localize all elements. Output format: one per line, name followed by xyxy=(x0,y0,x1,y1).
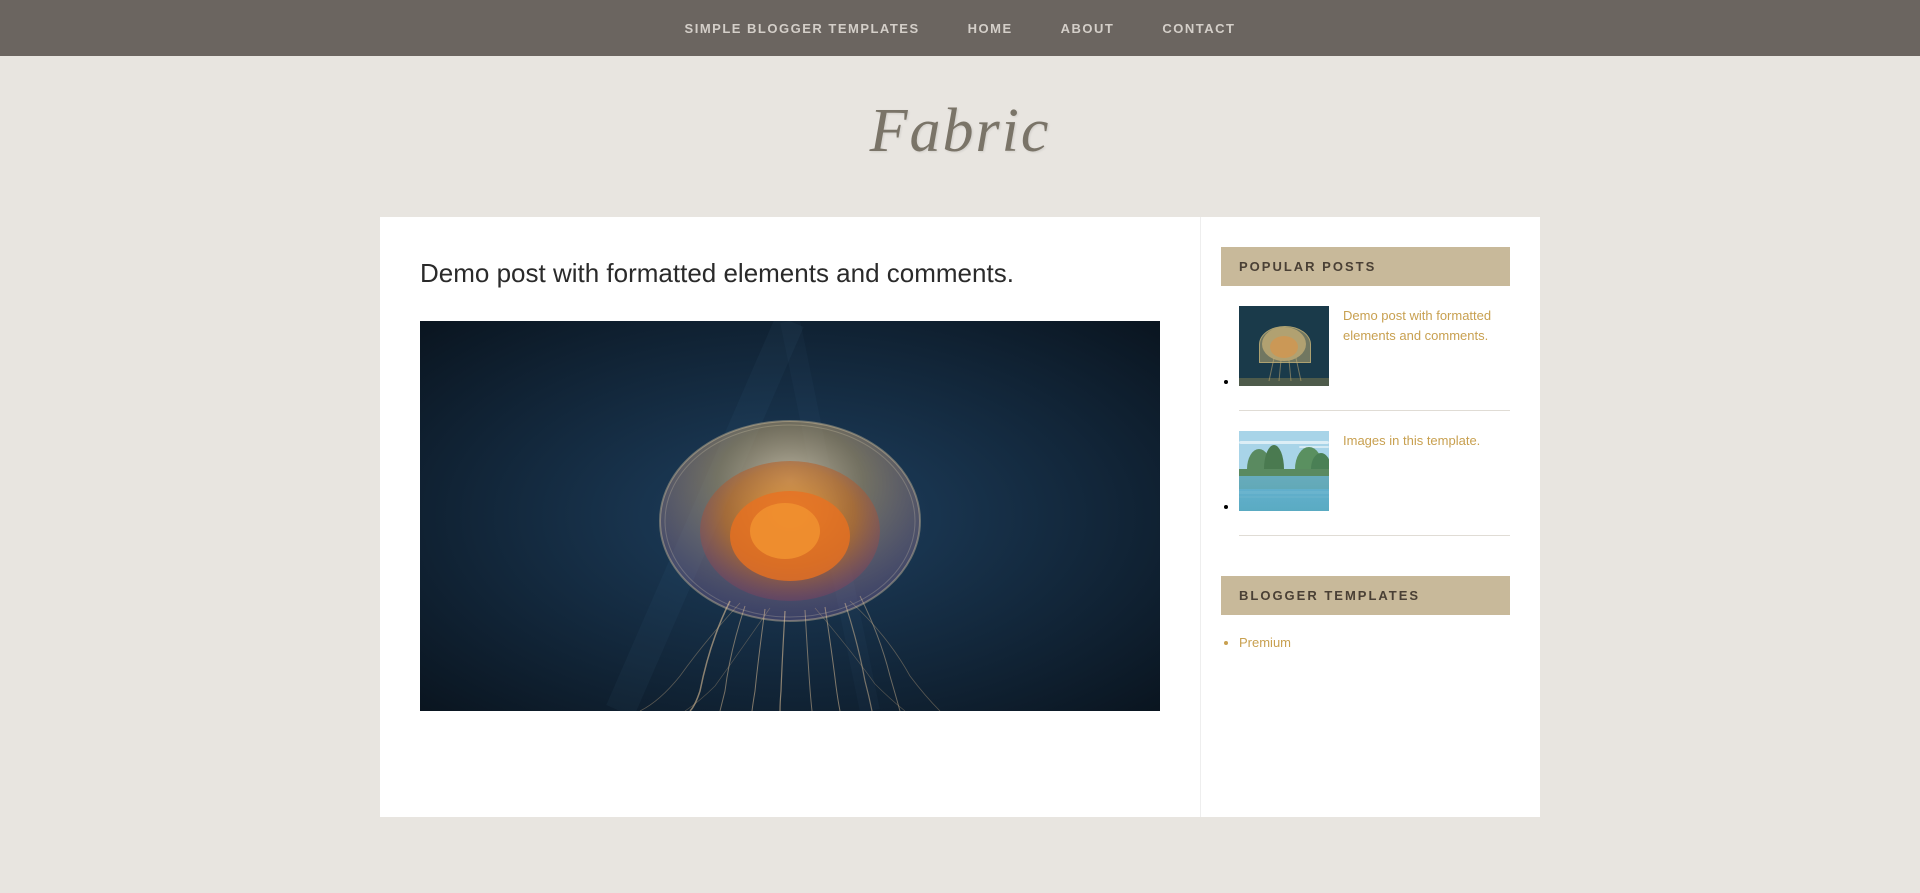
nav-brand[interactable]: SIMPLE BLOGGER TEMPLATES xyxy=(685,21,920,36)
thumb-jellyfish-image xyxy=(1239,306,1329,386)
popular-posts-widget: POPULAR POSTS xyxy=(1221,247,1510,536)
blogger-templates-title: BLOGGER TEMPLATES xyxy=(1221,576,1510,615)
popular-posts-title: POPULAR POSTS xyxy=(1221,247,1510,286)
popular-post-item-2: Images in this template. xyxy=(1239,431,1510,511)
popular-posts-list: Demo post with formatted elements and co… xyxy=(1221,306,1510,536)
thumb-jellyfish-svg xyxy=(1239,306,1329,386)
nav-about[interactable]: ABOUT xyxy=(1061,21,1115,36)
popular-post-link-1[interactable]: Demo post with formatted elements and co… xyxy=(1343,306,1510,345)
popular-post-thumb-1 xyxy=(1239,306,1329,386)
page-wrapper: Demo post with formatted elements and co… xyxy=(360,217,1560,817)
blogger-templates-link-1[interactable]: Premium xyxy=(1239,635,1291,650)
popular-post-item-1: Demo post with formatted elements and co… xyxy=(1239,306,1510,386)
nav-contact[interactable]: CONTACT xyxy=(1162,21,1235,36)
thumb-river-svg xyxy=(1239,431,1329,511)
blogger-templates-item-1: Premium xyxy=(1239,635,1510,650)
blogger-templates-list: Premium xyxy=(1221,635,1510,650)
content-area: Demo post with formatted elements and co… xyxy=(380,217,1540,817)
popular-post-thumb-2 xyxy=(1239,431,1329,511)
main-nav: SIMPLE BLOGGER TEMPLATES HOME ABOUT CONT… xyxy=(0,0,1920,56)
divider-1 xyxy=(1239,410,1510,411)
sidebar: POPULAR POSTS xyxy=(1200,217,1540,817)
jellyfish-illustration xyxy=(420,321,1160,711)
post-title: Demo post with formatted elements and co… xyxy=(420,257,1160,291)
site-title: Fabric xyxy=(0,96,1920,167)
site-header: Fabric xyxy=(0,56,1920,217)
nav-home[interactable]: HOME xyxy=(968,21,1013,36)
popular-post-link-2[interactable]: Images in this template. xyxy=(1343,431,1480,451)
divider-2 xyxy=(1239,535,1510,536)
main-content: Demo post with formatted elements and co… xyxy=(380,217,1200,817)
post-featured-image xyxy=(420,321,1160,711)
popular-post-row-2: Images in this template. xyxy=(1239,431,1510,511)
post-image-container xyxy=(420,321,1160,711)
thumb-river-image xyxy=(1239,431,1329,511)
blogger-templates-widget: BLOGGER TEMPLATES Premium xyxy=(1221,576,1510,650)
popular-post-row-1: Demo post with formatted elements and co… xyxy=(1239,306,1510,386)
